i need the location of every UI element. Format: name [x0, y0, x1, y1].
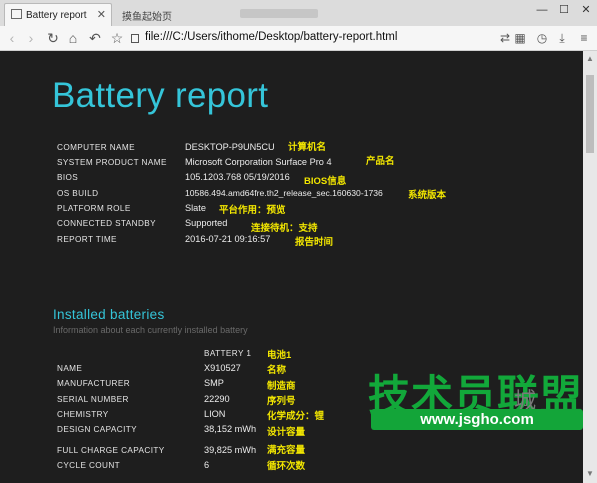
- refresh-icon[interactable]: ↻: [44, 28, 62, 48]
- value-full-charge-capacity: 39,825 mWh: [204, 445, 257, 455]
- label-platform-role: PLATFORM ROLE: [57, 204, 131, 213]
- label-manufacturer: MANUFACTURER: [57, 379, 131, 388]
- close-tab-icon[interactable]: ✕: [97, 8, 106, 21]
- close-window-icon[interactable]: ✕: [575, 0, 597, 20]
- label-full-charge-capacity: FULL CHARGE CAPACITY: [57, 446, 165, 455]
- installed-batteries-subtitle: Information about each currently install…: [53, 325, 248, 335]
- note-design-capacity: 设计容量: [267, 427, 306, 438]
- note-bios: BIOS信息: [304, 176, 347, 187]
- label-serial-number: SERIAL NUMBER: [57, 395, 129, 404]
- undo-icon[interactable]: ↶: [86, 28, 104, 48]
- tab-label: Battery report: [26, 10, 87, 21]
- download-icon[interactable]: ⤓: [554, 29, 570, 47]
- address-bar: ‹ › ↻ ⌂ ↶ ☆ file:///C:/Users/ithome/Desk…: [0, 26, 597, 51]
- label-chemistry: CHEMISTRY: [57, 410, 109, 419]
- value-system-product-name: Microsoft Corporation Surface Pro 4: [185, 157, 332, 167]
- vertical-scrollbar[interactable]: ▲ ▼: [583, 51, 597, 483]
- value-cycle-count: 6: [204, 460, 210, 470]
- minimize-icon[interactable]: —: [531, 0, 553, 20]
- value-serial-number: 22290: [204, 394, 230, 404]
- watermark-url: www.jsgho.com: [371, 409, 583, 430]
- note-computer-name: 计算机名: [288, 142, 327, 153]
- value-battery-name: X910527: [204, 363, 241, 373]
- label-battery-name: NAME: [57, 364, 83, 373]
- value-computer-name: DESKTOP-P9UN5CU: [185, 142, 275, 152]
- battery-column-header: BATTERY 1: [204, 349, 252, 358]
- blurred-tab: [240, 9, 318, 18]
- page-title: Battery report: [52, 76, 269, 115]
- label-os-build: OS BUILD: [57, 189, 99, 198]
- forward-icon[interactable]: ›: [22, 28, 40, 48]
- label-computer-name: COMPUTER NAME: [57, 143, 135, 152]
- note-battery-name: 名称: [267, 365, 287, 376]
- value-os-build: 10586.494.amd64fre.th2_release_sec.16063…: [185, 188, 383, 198]
- label-design-capacity: DESIGN CAPACITY: [57, 425, 138, 434]
- note-serial-number: 序列号: [267, 396, 296, 407]
- tab-start-page[interactable]: 摸鱼起始页: [116, 3, 250, 26]
- note-report-time: 报告时间: [295, 237, 334, 248]
- url-field[interactable]: file:///C:/Users/ithome/Desktop/battery-…: [145, 31, 397, 43]
- page-icon: [11, 9, 22, 19]
- tab-label: 摸鱼起始页: [122, 12, 172, 23]
- value-design-capacity: 38,152 mWh: [204, 424, 257, 434]
- file-icon: [131, 34, 139, 43]
- value-connected-standby: Supported: [185, 218, 228, 228]
- note-os-build: 系统版本: [408, 190, 447, 201]
- installed-batteries-heading: Installed batteries: [53, 307, 165, 322]
- label-connected-standby: CONNECTED STANDBY: [57, 219, 156, 228]
- scroll-up-arrow-icon[interactable]: ▲: [586, 54, 594, 63]
- note-manufacturer: 制造商: [267, 381, 296, 392]
- note-battery-column-header: 电池1: [267, 350, 292, 361]
- home-icon[interactable]: ⌂: [64, 28, 82, 48]
- menu-icon[interactable]: ≡: [576, 29, 592, 47]
- maximize-icon[interactable]: ☐: [553, 0, 575, 20]
- back-icon[interactable]: ‹: [3, 28, 21, 48]
- scroll-down-arrow-icon[interactable]: ▼: [586, 469, 594, 478]
- scroll-thumb[interactable]: [586, 75, 594, 153]
- value-report-time: 2016-07-21 09:16:57: [185, 234, 271, 244]
- translate-icon[interactable]: ⇄: [497, 29, 513, 47]
- label-report-time: REPORT TIME: [57, 235, 117, 244]
- note-chemistry: 化学成分：锂: [267, 411, 325, 422]
- note-platform-role: 平台作用：预览: [219, 205, 286, 216]
- note-system-product-name: 产品名: [366, 156, 395, 167]
- label-cycle-count: CYCLE COUNT: [57, 461, 121, 470]
- tab-battery-report[interactable]: Battery report ✕: [4, 3, 112, 26]
- label-bios: BIOS: [57, 173, 79, 182]
- value-manufacturer: SMP: [204, 378, 224, 388]
- star-icon[interactable]: ☆: [108, 28, 126, 48]
- note-cycle-count: 循环次数: [267, 461, 306, 472]
- history-icon[interactable]: ◷: [534, 29, 550, 47]
- note-connected-standby: 连接待机：支持: [251, 223, 318, 234]
- note-full-charge-capacity: 满充容量: [267, 445, 306, 456]
- value-platform-role: Slate: [185, 203, 206, 213]
- tab-bar: Battery report ✕ 摸鱼起始页 — ☐ ✕: [0, 0, 597, 26]
- value-bios: 105.1203.768 05/19/2016: [185, 172, 290, 182]
- label-system-product-name: SYSTEM PRODUCT NAME: [57, 158, 167, 167]
- value-chemistry: LION: [204, 409, 226, 419]
- qr-icon[interactable]: ▦: [512, 29, 528, 47]
